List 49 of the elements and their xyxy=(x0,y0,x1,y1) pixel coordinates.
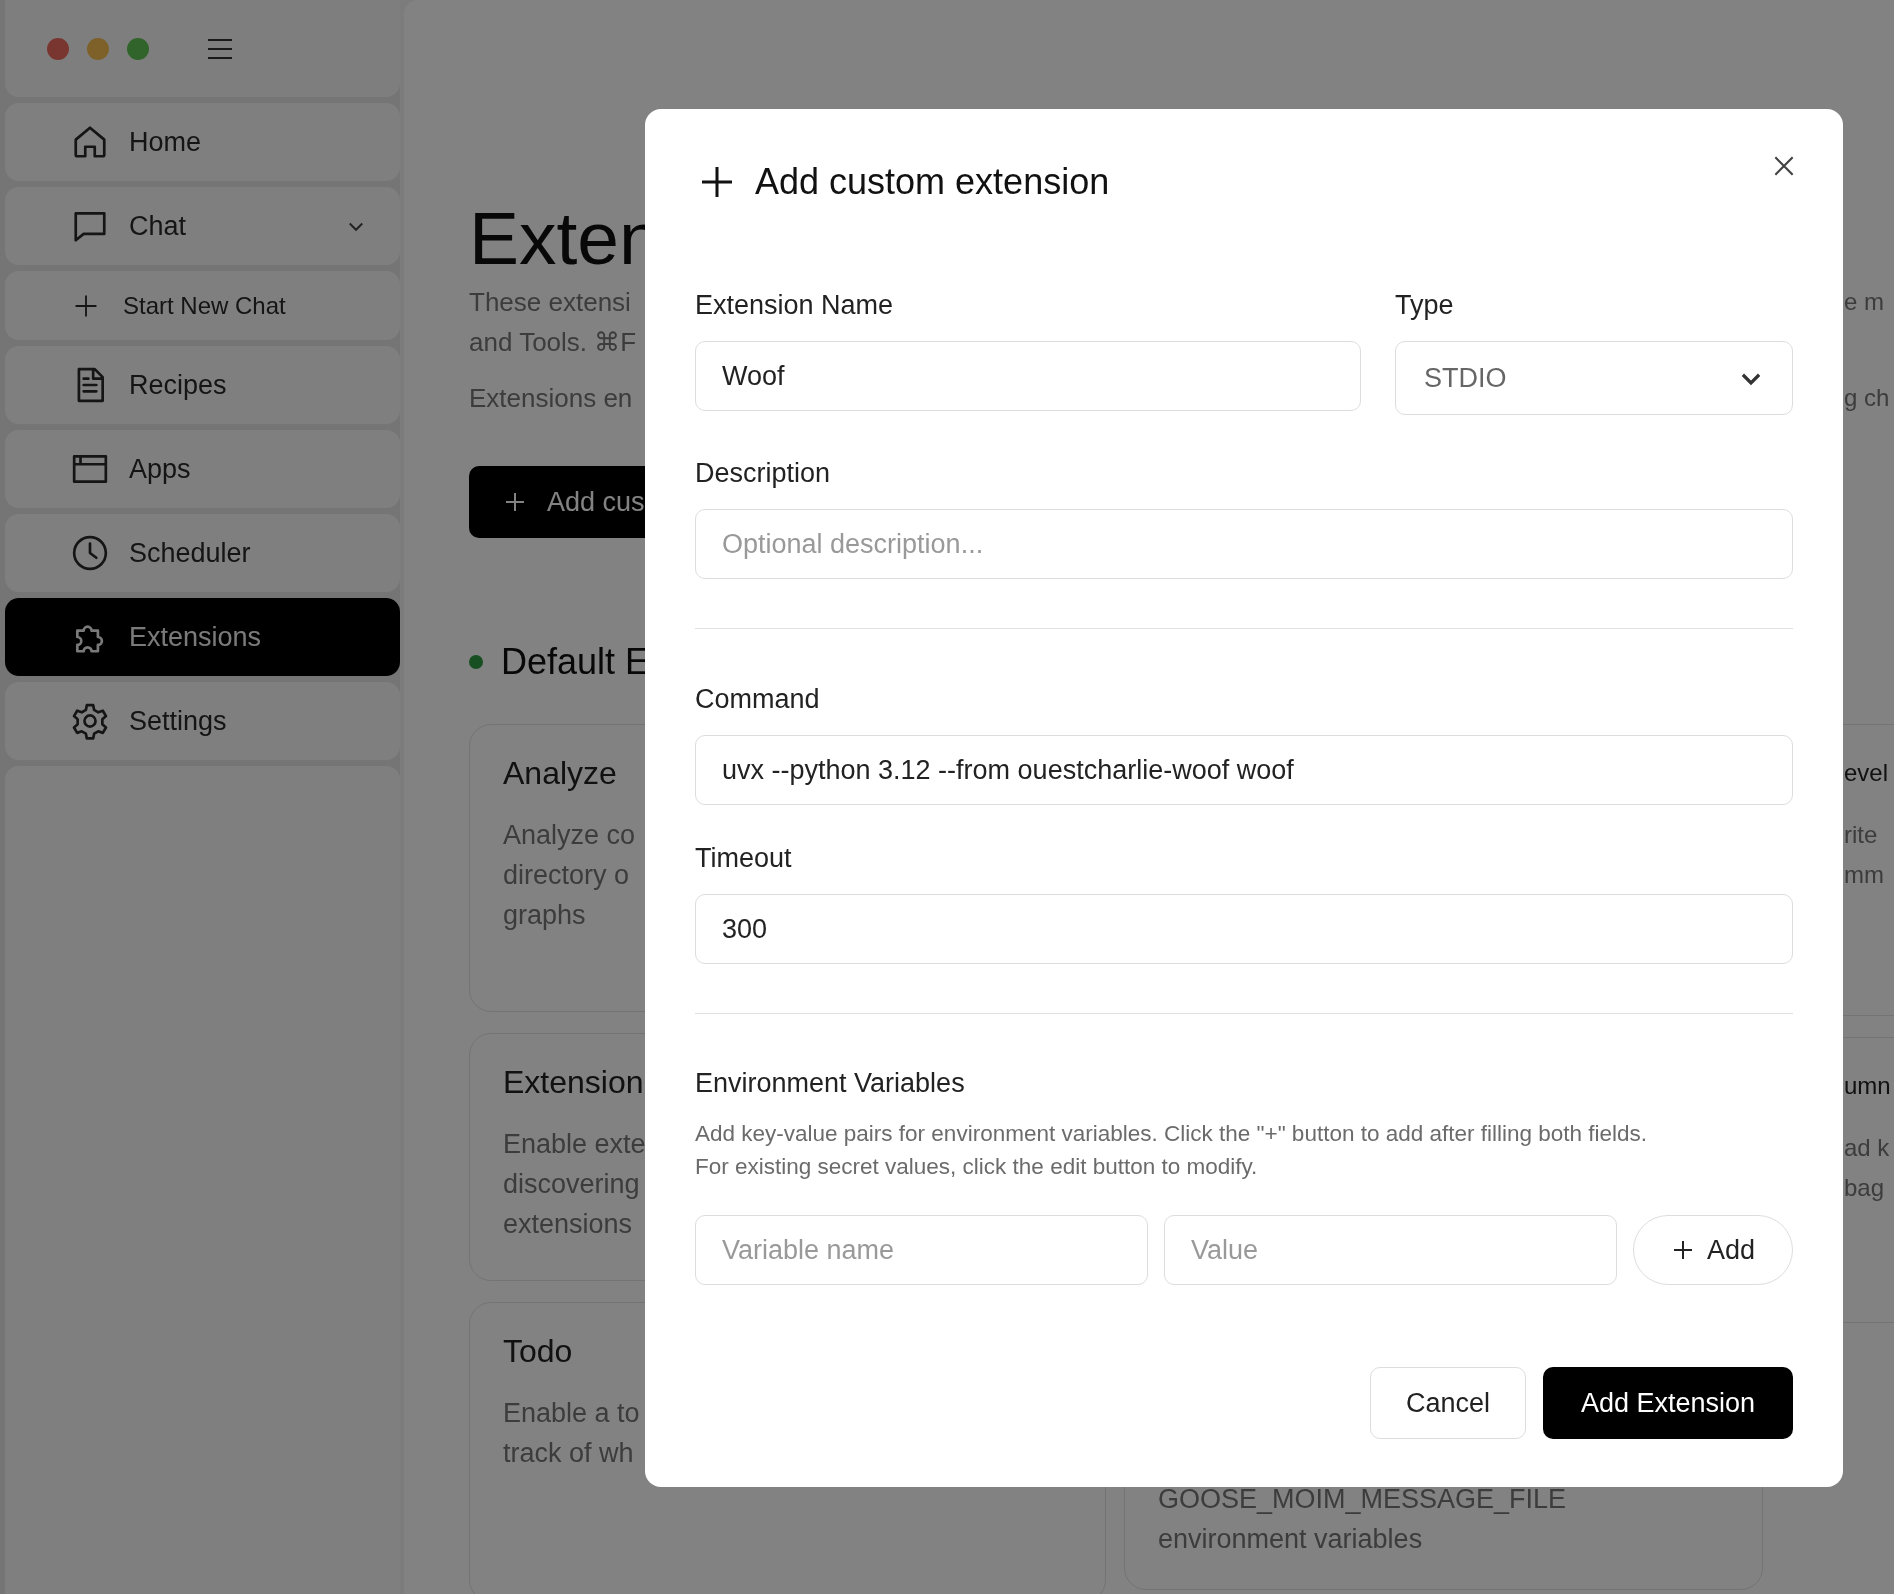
add-extension-button[interactable]: Add Extension xyxy=(1543,1367,1793,1439)
status-dot xyxy=(469,655,483,669)
section-title: Environment Variables xyxy=(695,1067,966,1099)
card-title: Analyze xyxy=(503,754,617,793)
type-select[interactable]: STDIO xyxy=(1395,341,1793,415)
field-label: Timeout xyxy=(695,842,793,874)
card-description: rite mm xyxy=(1844,820,1884,890)
field-label: Extension Name xyxy=(695,289,895,321)
variable-name-field[interactable]: Variable name xyxy=(695,1215,1148,1285)
card-description: Enable a to track of wh xyxy=(503,1397,640,1470)
settings-icon xyxy=(71,702,109,740)
home-icon xyxy=(71,123,109,161)
variable-value-field[interactable]: Value xyxy=(1164,1215,1617,1285)
command-field[interactable]: uvx --python 3.12 --from ouestcharlie-woof woof xyxy=(695,735,1793,805)
timeout-field[interactable]: 300 xyxy=(695,894,1793,964)
cancel-button[interactable]: Cancel xyxy=(1370,1367,1526,1439)
plus-icon xyxy=(699,164,735,200)
sidebar-item[interactable]: Scheduler xyxy=(5,514,400,592)
card-title: umn xyxy=(1844,1071,1891,1101)
sidebar-item[interactable]: Home xyxy=(5,103,400,181)
card-title: Todo xyxy=(503,1332,573,1371)
sidebar-item[interactable]: Chat xyxy=(5,187,400,265)
plus-icon xyxy=(73,292,99,319)
sidebar-item[interactable]: Settings xyxy=(5,682,400,760)
page-note: Extensions en xyxy=(469,382,633,415)
card-title: evel xyxy=(1844,758,1889,788)
sidebar-item[interactable]: Recipes xyxy=(5,346,400,424)
card-description: Enable exte discovering extensions xyxy=(503,1128,646,1241)
add-variable-button[interactable]: Add xyxy=(1633,1215,1793,1285)
close-window-icon[interactable] xyxy=(47,37,69,60)
sidebar-item[interactable]: Extensions xyxy=(5,598,400,676)
card-description: ad k bag xyxy=(1844,1133,1890,1203)
card-description: GOOSE_MOIM_MESSAGE_FILE environment variables xyxy=(1158,1483,1567,1556)
card-title: Extension xyxy=(503,1063,644,1102)
clock-icon xyxy=(71,534,109,572)
menu-icon[interactable] xyxy=(207,37,233,60)
field-label: Type xyxy=(1395,289,1455,321)
page-note: g ch xyxy=(1844,383,1890,413)
description-field[interactable]: Optional description... xyxy=(695,509,1793,579)
dialog-title: Add custom extension xyxy=(755,161,1110,203)
page-intro: These extensi and Tools. ⌘F xyxy=(469,286,637,359)
page-intro: e m xyxy=(1844,287,1884,317)
plus-icon xyxy=(503,490,527,514)
sidebar-item[interactable]: Start New Chat xyxy=(5,271,400,340)
help-text: Add key-value pairs for environment variables. Click the "+" button to add after filling both fields. For existing secret values, click the edit button to modify. xyxy=(695,1120,1649,1181)
field-label: Command xyxy=(695,683,821,715)
name-field[interactable]: Woof xyxy=(695,341,1361,411)
sidebar-item[interactable]: Apps xyxy=(5,430,400,508)
card-description: Analyze co directory o graphs xyxy=(503,819,636,932)
